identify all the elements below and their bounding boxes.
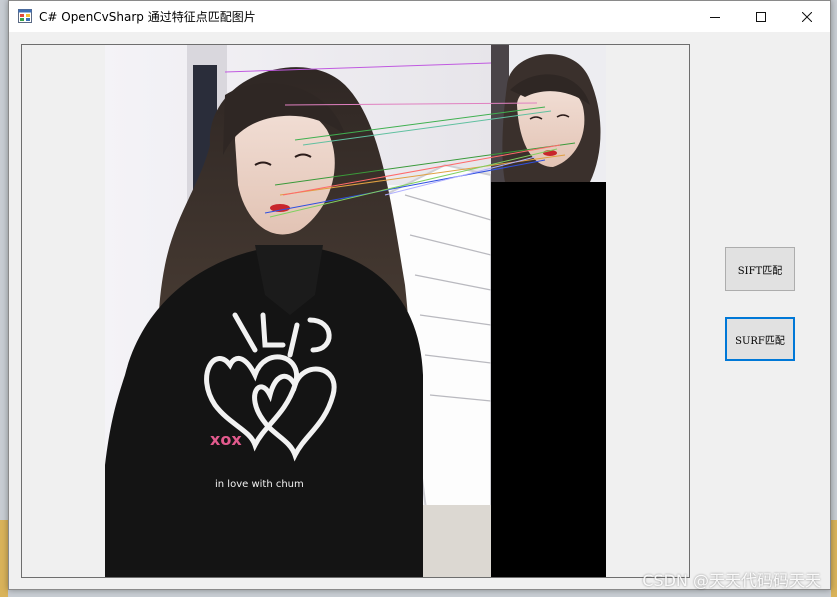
desktop-background-left: [0, 520, 8, 597]
minimize-icon: [710, 16, 720, 18]
feature-match-result-image: xox in love with chum: [105, 45, 606, 577]
maximize-button[interactable]: [738, 1, 784, 32]
svg-text:in love with chum: in love with chum: [215, 479, 304, 490]
match-image-drawing: xox in love with chum: [105, 45, 606, 577]
close-icon: [802, 11, 812, 22]
desktop-background-right: [831, 520, 837, 597]
window-title: C# OpenCvSharp 通过特征点匹配图片: [39, 10, 256, 24]
title-bar[interactable]: C# OpenCvSharp 通过特征点匹配图片: [9, 1, 830, 32]
winforms-app-icon: [18, 9, 32, 23]
svg-text:xox: xox: [210, 430, 242, 449]
watermark-text: CSDN @天天代码码天天: [642, 571, 821, 590]
sift-match-button[interactable]: SIFT匹配: [725, 247, 795, 291]
app-window: C# OpenCvSharp 通过特征点匹配图片 xox in love wit…: [8, 0, 831, 590]
minimize-button[interactable]: [692, 1, 738, 32]
maximize-icon: [756, 11, 766, 22]
close-button[interactable]: [784, 1, 830, 32]
picture-box: xox in love with chum: [21, 44, 690, 578]
surf-match-button[interactable]: SURF匹配: [725, 317, 795, 361]
